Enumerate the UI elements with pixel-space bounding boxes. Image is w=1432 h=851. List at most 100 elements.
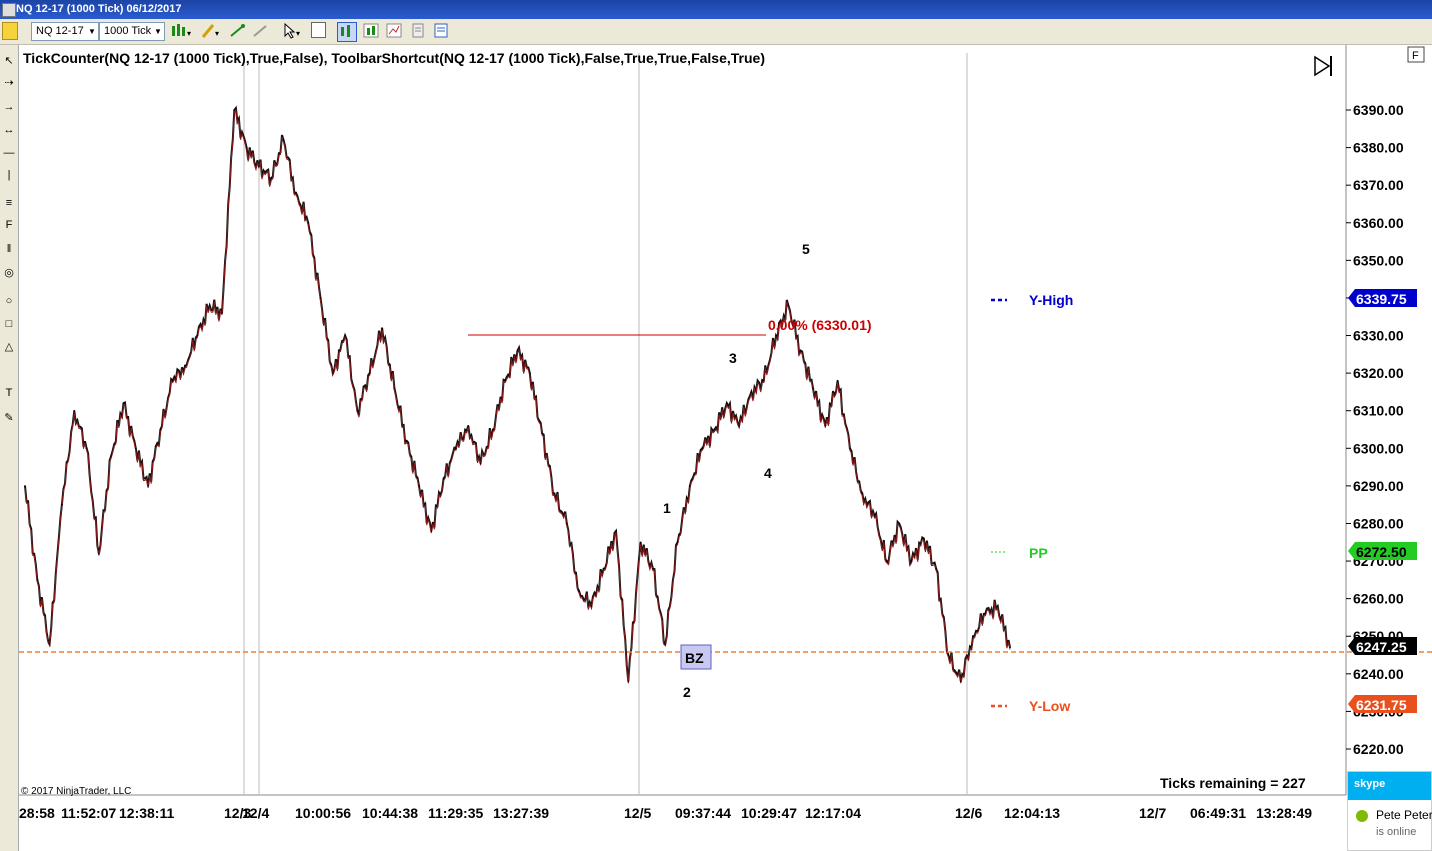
fib-retracement-icon[interactable]: ≡ [1, 195, 17, 211]
price-point [590, 605, 593, 607]
ellipse-icon[interactable]: ○ [1, 293, 17, 309]
price-tick-label: 6330.00 [1353, 328, 1404, 344]
price-point [344, 334, 346, 337]
time-tick-label: 12:38:11 [119, 805, 174, 821]
y-low-label: Y-Low [1029, 698, 1070, 714]
price-point [442, 477, 445, 480]
price-point [258, 165, 260, 168]
bz-label: BZ [685, 650, 704, 666]
price-point [430, 530, 433, 532]
indicator-label: TickCounter(NQ 12-17 (1000 Tick),True,Fa… [23, 50, 765, 66]
extended-line-icon[interactable]: ↔ [1, 122, 17, 138]
interval-select[interactable]: 1000 Tick ▼ [99, 22, 165, 41]
skype-header: skype [1348, 772, 1431, 800]
price-point [972, 635, 974, 638]
price-point [750, 391, 753, 393]
zoom-icon[interactable] [311, 22, 326, 38]
price-point [824, 424, 827, 427]
fib-extension-icon[interactable]: F [1, 217, 17, 233]
instrument-select[interactable]: NQ 12-17 ▼ [31, 22, 99, 41]
price-point [233, 109, 236, 111]
price-tick-label: 6260.00 [1353, 591, 1404, 607]
chart-toolbar: NQ 12-17 ▼ 1000 Tick ▼ ▾ ▾ ▾ [0, 19, 1432, 45]
price-point [171, 379, 174, 382]
magnet-icon[interactable] [252, 22, 270, 40]
price-tick-label: 6350.00 [1353, 252, 1404, 268]
price-tick-label: 6320.00 [1353, 365, 1404, 381]
price-point [1009, 646, 1011, 649]
horizontal-line-icon[interactable]: — [1, 145, 17, 161]
price-chart[interactable]: TickCounter(NQ 12-17 (1000 Tick),True,Fa… [19, 45, 1432, 851]
time-tick-label: 06:49:31 [1190, 805, 1246, 821]
price-point [196, 334, 199, 337]
price-point [61, 503, 63, 506]
time-tick-label: 13:28:49 [1256, 805, 1312, 821]
price-point [787, 304, 790, 307]
vertical-line-icon[interactable]: | [1, 167, 17, 183]
time-tick-label: 10:29:47 [741, 805, 797, 821]
price-point [935, 567, 937, 570]
wave-label: 4 [764, 465, 772, 481]
text-tool-icon[interactable]: T [1, 385, 17, 401]
price-point [516, 349, 519, 352]
data-box-icon[interactable] [432, 22, 450, 40]
ray-icon[interactable]: → [1, 99, 17, 115]
time-tick-label: 11:52:07 [61, 805, 116, 821]
triangle-icon[interactable]: △ [1, 339, 17, 355]
price-tick-label: 6300.00 [1353, 440, 1404, 456]
time-tick-label: 12/7 [1139, 805, 1166, 821]
time-tick-label: 10:00:56 [295, 805, 351, 821]
pencil-icon[interactable]: ▾ [200, 22, 219, 40]
price-point [332, 372, 334, 374]
wave-label: 2 [683, 684, 691, 700]
price-tick-label: 6380.00 [1353, 140, 1404, 156]
chevron-down-icon: ▼ [88, 27, 96, 36]
scroll-to-end-icon[interactable] [1314, 55, 1332, 77]
price-point [147, 485, 149, 487]
price-point [812, 387, 814, 389]
price-point [159, 428, 162, 431]
price-point [479, 462, 482, 465]
pointer-icon[interactable]: ▾ [282, 22, 300, 40]
price-point [898, 522, 900, 525]
price-tick-label: 6360.00 [1353, 215, 1404, 231]
strategy-icon[interactable] [385, 22, 403, 40]
price-point [762, 379, 765, 382]
wave-label: 5 [802, 241, 810, 257]
crosshair-icon[interactable] [229, 22, 247, 40]
pp-price-marker: 6272.50 [1348, 542, 1417, 560]
price-point [947, 654, 950, 656]
rectangle-icon[interactable]: □ [1, 316, 17, 332]
price-point [467, 424, 470, 427]
skype-notification[interactable]: skype Pete Peter is online [1347, 771, 1432, 851]
gann-fan-icon[interactable]: ◎ [1, 265, 17, 281]
price-point [393, 387, 396, 389]
candlestick-icon[interactable]: ▾ [170, 22, 191, 40]
price-point [319, 297, 322, 299]
price-tick-label: 6310.00 [1353, 403, 1404, 419]
chart-style-icon[interactable] [337, 22, 357, 42]
price-point [135, 447, 137, 450]
pointer-tool-icon[interactable]: ↖ [1, 53, 17, 69]
time-tick-label: 13:27:39 [493, 805, 549, 821]
price-point [726, 402, 728, 404]
price-point [356, 409, 359, 412]
price-point [184, 364, 186, 367]
price-tick-label: 6280.00 [1353, 515, 1404, 531]
price-point [923, 537, 925, 540]
time-tick-label: 09:37:44 [675, 805, 731, 821]
arrow-line-icon[interactable]: ⇢ [1, 75, 17, 91]
andrews-pitchfork-icon[interactable]: ‖ [1, 241, 17, 257]
price-point [221, 312, 223, 314]
price-point [615, 530, 617, 532]
price-point [799, 349, 802, 352]
drawing-tools-bar: ↖ ⇢ → ↔ — | ≡ F ‖ ◎ ○ □ △ T ✎ [0, 45, 19, 851]
price-point [208, 304, 211, 307]
time-tick-label: 12:17:04 [805, 805, 861, 821]
properties-icon[interactable] [409, 22, 427, 40]
pencil-tool-icon[interactable]: ✎ [1, 410, 17, 426]
indicator-icon[interactable] [362, 22, 380, 40]
lock-icon[interactable] [2, 22, 18, 40]
price-tick-label: 6290.00 [1353, 478, 1404, 494]
price-point [959, 680, 962, 683]
